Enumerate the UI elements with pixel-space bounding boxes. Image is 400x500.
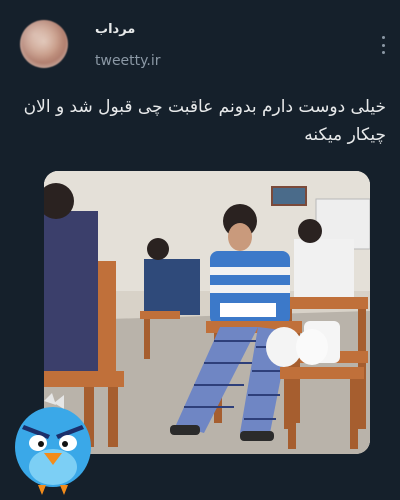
more-vertical-icon[interactable] (380, 36, 386, 54)
avatar[interactable] (20, 20, 68, 68)
tweet-text: خیلی دوست دارم بدونم عاقبت چی قبول شد و … (23, 97, 386, 145)
angry-bird-mascot-icon (10, 393, 96, 497)
handle[interactable]: tweetty.ir (95, 53, 161, 69)
display-name[interactable]: مرداب (95, 22, 135, 37)
